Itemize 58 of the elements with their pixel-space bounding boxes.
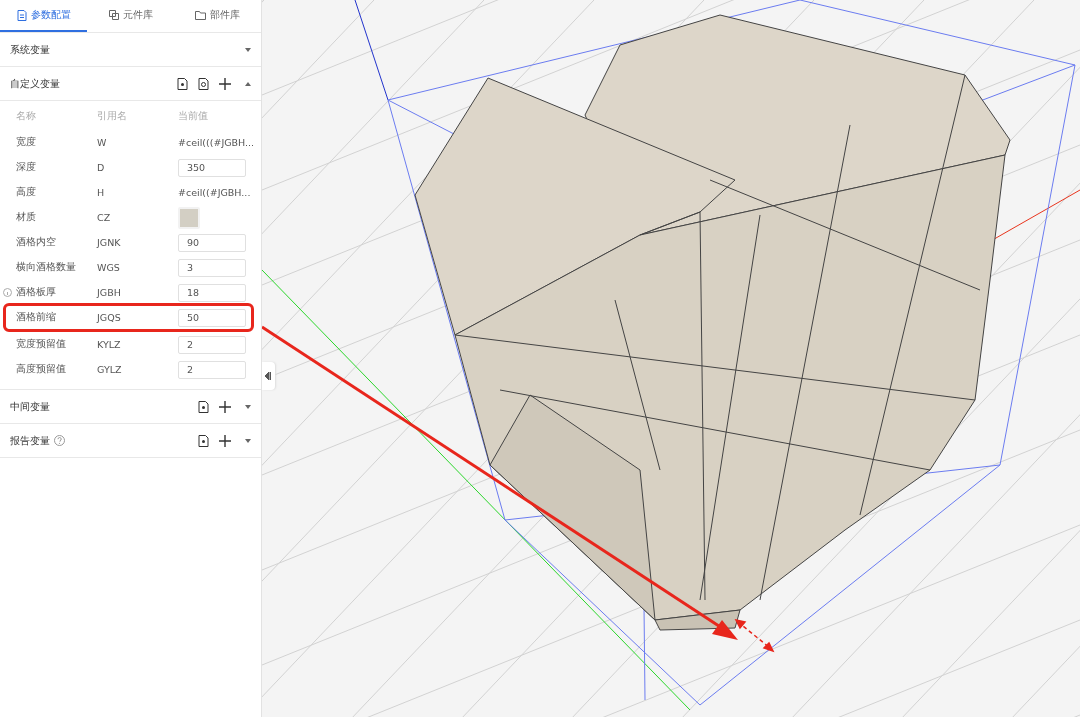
add-icon[interactable] xyxy=(219,77,231,90)
import-icon[interactable] xyxy=(198,434,209,447)
panel-tab[interactable]: 元件库 xyxy=(87,0,174,32)
formula-value: #ceil((#JGBH... xyxy=(178,187,251,198)
variable-name: 高度 xyxy=(16,186,37,199)
document-icon xyxy=(16,9,27,21)
value-field[interactable]: 2 xyxy=(178,335,246,354)
reference-name: GYLZ xyxy=(97,364,123,375)
section-title: 系统变量 xyxy=(10,42,50,57)
section-title: 报告变量 xyxy=(10,433,50,448)
import-icon[interactable] xyxy=(177,77,188,90)
value-field[interactable]: 18 xyxy=(178,283,246,302)
variable-name: 横向酒格数量 xyxy=(16,261,77,274)
dimension-arrow xyxy=(734,618,775,653)
variable-name: 宽度预留值 xyxy=(16,338,67,351)
variable-name: 酒格板厚 xyxy=(16,286,57,299)
column-header: 当前值 xyxy=(178,109,209,123)
variable-name: 高度预留值 xyxy=(16,363,67,376)
value-field[interactable]: 50 xyxy=(178,308,246,327)
reference-name: W xyxy=(97,137,108,148)
expand-icon[interactable] xyxy=(245,47,251,52)
reference-name: D xyxy=(97,162,106,173)
folder-icon xyxy=(195,10,206,20)
section-title: 自定义变量 xyxy=(10,76,60,91)
value-field[interactable]: 3 xyxy=(178,258,246,277)
reference-name: KYLZ xyxy=(97,339,122,350)
reference-name: JGBH xyxy=(97,287,122,298)
panel-tab[interactable]: 部件库 xyxy=(174,0,261,32)
collapse-icon[interactable] xyxy=(245,81,251,86)
expand-icon[interactable] xyxy=(245,438,251,443)
reference-name: JGNK xyxy=(97,237,122,248)
reference-name: JGQS xyxy=(97,312,122,323)
variable-name: 宽度 xyxy=(16,136,37,149)
copy-icon xyxy=(108,10,119,20)
add-icon[interactable] xyxy=(219,434,231,447)
reference-name: H xyxy=(97,187,106,198)
variable-name: 酒格前缩 xyxy=(16,311,57,324)
value-field[interactable]: 350 xyxy=(178,158,246,177)
material-swatch[interactable] xyxy=(178,206,200,229)
import-icon[interactable] xyxy=(198,400,209,413)
variable-name: 材质 xyxy=(16,211,37,224)
value-field[interactable]: 2 xyxy=(178,360,246,379)
reference-name: WGS xyxy=(97,262,121,273)
reference-name: CZ xyxy=(97,212,112,223)
add-icon[interactable] xyxy=(219,400,231,413)
column-header: 引用名 xyxy=(97,109,128,123)
variable-name: 深度 xyxy=(16,161,37,174)
expand-icon[interactable] xyxy=(245,404,251,409)
value-field[interactable]: 90 xyxy=(178,233,246,252)
column-header: 名称 xyxy=(16,109,37,123)
help-icon[interactable] xyxy=(54,435,65,446)
panel-tab[interactable]: 参数配置 xyxy=(0,0,87,32)
section-title: 中间变量 xyxy=(10,399,50,414)
collapse-panel-handle[interactable] xyxy=(262,362,275,390)
variable-name: 酒格内空 xyxy=(16,236,57,249)
export-icon[interactable] xyxy=(198,77,209,90)
collapse-icon xyxy=(265,372,272,380)
formula-value: #ceil(((#JGBH... xyxy=(178,137,255,148)
